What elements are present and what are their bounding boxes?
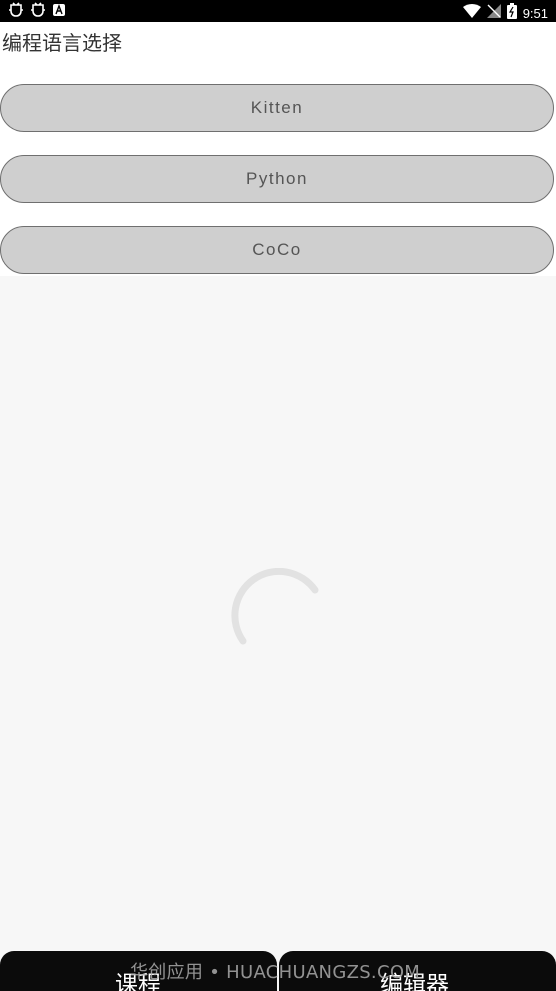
- page-title: 编程语言选择: [2, 31, 122, 55]
- font-icon: [52, 3, 66, 17]
- battery-icon: [506, 3, 517, 23]
- status-bar: 9:51: [0, 0, 556, 22]
- wifi-icon: [462, 4, 481, 22]
- coco-button[interactable]: CoCo: [0, 226, 554, 274]
- status-time: 9:51: [522, 5, 548, 21]
- python-button[interactable]: Python: [0, 155, 554, 203]
- kitten-button[interactable]: Kitten: [0, 84, 554, 132]
- bug-icon: [30, 2, 46, 18]
- bug-icon: [8, 2, 24, 18]
- watermark: 华创应用 • HUACHUANGZS.COM: [130, 962, 421, 983]
- loading-spinner-icon: [231, 568, 319, 645]
- signal-icon: [486, 4, 501, 22]
